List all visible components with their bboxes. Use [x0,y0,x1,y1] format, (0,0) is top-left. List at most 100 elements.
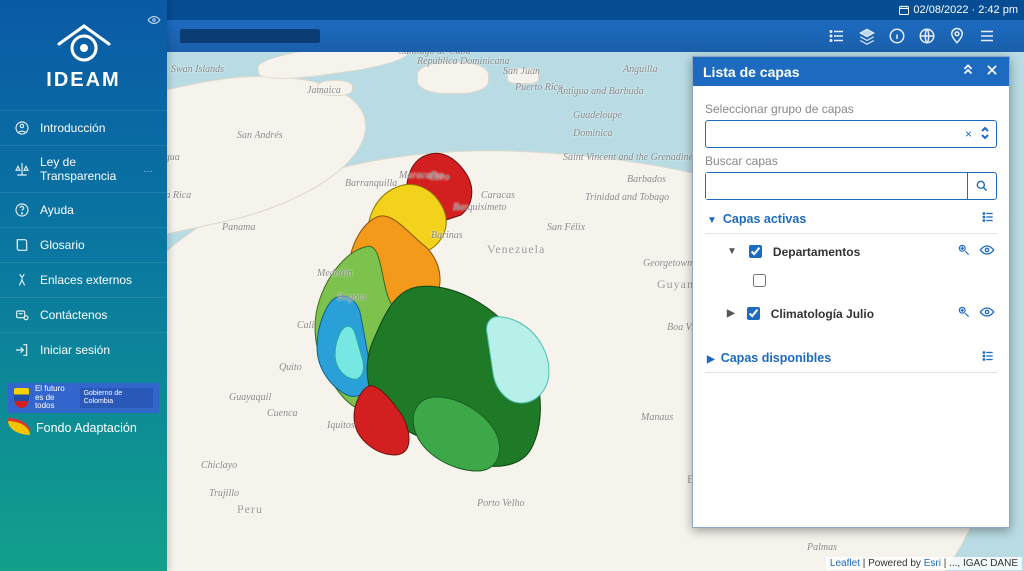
brand-logo: IDEAM [0,16,167,92]
clear-icon[interactable]: × [965,127,972,141]
map-label: Barquisimeto [453,202,507,213]
calendar-icon [898,4,910,16]
sidebar-item-label: Iniciar sesión [40,343,110,357]
leaflet-link[interactable]: Leaflet [830,558,860,569]
map-label: Barranquilla [345,178,397,189]
map-label: Guadeloupe [573,110,622,121]
chevron-right-icon: ▶ [707,354,715,365]
layer-row-departamentos[interactable]: ▼ Departamentos [705,234,997,267]
sublayer-checkbox[interactable] [753,274,766,287]
map-label: Peru [237,502,263,517]
sidebar-item-label: Ayuda [40,203,74,217]
colombia-overlay [277,147,577,477]
map-label: Anguilla [623,64,657,75]
map-label: Manaus [641,412,673,423]
map-label: Jamaica [307,85,341,96]
sidebar-item-links[interactable]: Enlaces externos [0,262,167,297]
visibility-icon[interactable] [979,243,995,260]
map-label: Iquitos [327,420,355,431]
visibility-icon[interactable] [979,305,995,322]
map-label: Georgetown [643,258,692,269]
section-available-label: Capas disponibles [721,351,831,365]
map-label: San Juan [503,66,540,77]
section-available-layers[interactable]: ▶ Capas disponibles [705,339,997,373]
map-label: San Andrés [237,130,283,141]
search-input[interactable] [706,173,967,199]
more-icon: … [143,164,153,175]
sidebar-item-ayuda[interactable]: Ayuda [0,192,167,227]
sidebar-toggle-icon[interactable] [147,14,161,28]
slogan-box: Gobierno de Colombia [80,388,153,407]
info-icon[interactable] [888,27,906,45]
sidebar-item-login[interactable]: Iniciar sesión [0,332,167,367]
sidebar-item-intro[interactable]: Introducción [0,110,167,145]
layer-label: Climatología Julio [771,307,874,321]
list-icon[interactable] [828,27,846,45]
chevron-updown-icon[interactable] [980,126,990,143]
map-label: Cuenca [267,408,298,419]
layer-sub-departamentos [705,267,997,296]
sidebar-item-glosario[interactable]: Glosario [0,227,167,262]
layer-row-climatologia[interactable]: ▶ Climatología Julio [705,296,997,329]
sidebar-item-label: Glosario [40,238,85,252]
layers-panel: Lista de capas Seleccionar grupo de capa… [692,56,1010,528]
map-label: Bogota [337,292,366,303]
map-label: Barbados [627,174,666,185]
map-label: Saint Vincent and the Grenadines [563,152,697,163]
map-label: Caracas [481,190,515,201]
list-config-icon[interactable] [981,210,995,227]
globe-icon[interactable] [918,27,936,45]
map-label: Quito [279,362,302,373]
sidebar-item-label: Ley de Transparencia [40,155,133,183]
zoom-to-icon[interactable] [957,243,971,260]
sidebar-nav: Introducción Ley de Transparencia … Ayud… [0,110,167,367]
list-config-icon[interactable] [981,349,995,366]
map-label: Guayaquil [229,392,271,403]
panel-title: Lista de capas [703,64,800,80]
sidebar-item-label: Enlaces externos [40,273,132,287]
map-label: Chiclayo [201,460,237,471]
layers-icon[interactable] [858,27,876,45]
map-label: Medellín [317,268,353,279]
map-label: Cali [297,320,314,331]
map-label: República Dominicana [417,56,509,67]
section-active-layers[interactable]: ▼Capas activas [705,200,997,234]
pin-icon[interactable] [948,27,966,45]
close-icon[interactable] [985,63,999,80]
map-label: Dominica [573,128,612,139]
zoom-to-icon[interactable] [957,305,971,322]
datetime-text: 02/08/2022 · 2:42 pm [913,4,1018,16]
layer-checkbox[interactable] [749,245,762,258]
map-label: Palmas [807,542,837,553]
select-group-label: Seleccionar grupo de capas [705,102,997,116]
map-label: Swan Islands [171,64,224,75]
swoosh-icon [8,421,30,435]
panel-body: Seleccionar grupo de capas × Buscar capa… [693,86,1009,381]
group-combobox[interactable]: × [705,120,997,148]
loading-bar [180,29,320,43]
slogan-line2: es de todos [35,394,74,412]
search-button[interactable] [967,173,996,199]
layer-checkbox[interactable] [747,307,760,320]
search-box [705,172,997,200]
layer-label: Departamentos [773,245,860,259]
map-label: Trinidad and Tobago [585,192,669,203]
menu-icon[interactable] [978,27,996,45]
map-label: Coro [429,172,449,183]
map-label: Nicaragua [167,152,180,163]
esri-link[interactable]: Esri [924,558,941,569]
sidebar-item-label: Contáctenos [40,308,107,322]
map-attribution: Leaflet | Powered by Esri | ..., IGAC DA… [826,557,1022,570]
sidebar-item-contacto[interactable]: Contáctenos [0,297,167,332]
chevron-down-icon: ▼ [727,246,737,257]
shield-icon [14,388,29,408]
sidebar-item-ley[interactable]: Ley de Transparencia … [0,145,167,192]
sidebar-item-label: Introducción [40,121,105,135]
sidebar: IDEAM Introducción Ley de Transparencia … [0,0,167,571]
fondo-adaptacion-logo: Fondo Adaptación [8,421,159,435]
panel-header[interactable]: Lista de capas [693,57,1009,86]
section-active-label: Capas activas [723,212,806,226]
map-label: Porto Velho [477,498,525,509]
collapse-icon[interactable] [961,63,975,80]
search-label: Buscar capas [705,154,997,168]
